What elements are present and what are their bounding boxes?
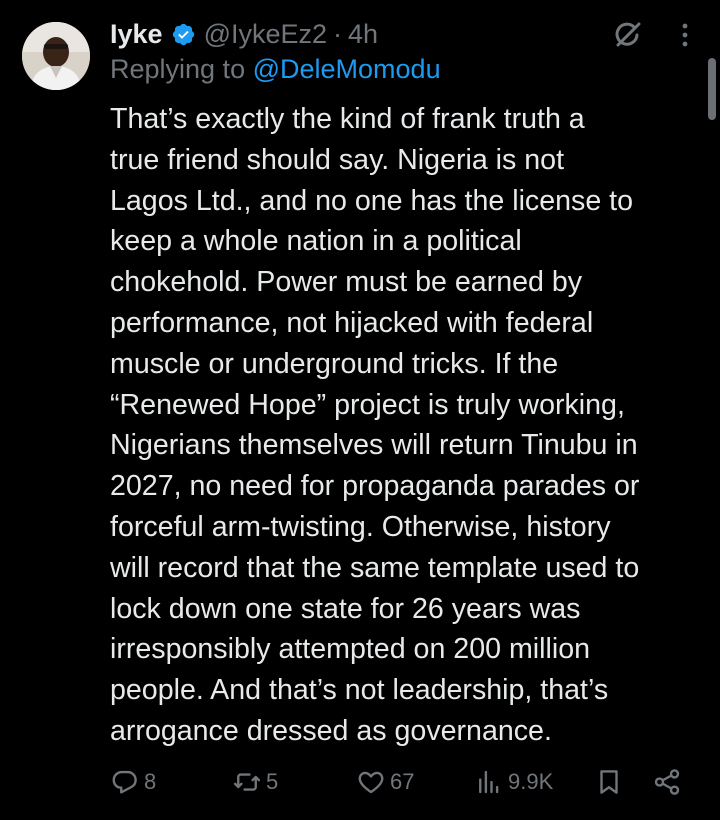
- reply-icon: [110, 767, 140, 797]
- views-button[interactable]: 9.9K: [474, 760, 553, 804]
- replying-to-label: Replying to: [110, 54, 253, 84]
- avatar-image: [22, 22, 90, 90]
- share-button[interactable]: [652, 760, 682, 804]
- tweet-header: Iyke @IykeEz2 · 4h: [110, 14, 378, 54]
- tweet-text-line: will record that the same template used …: [110, 551, 640, 584]
- tweet-text-line: forceful arm-twisting. Otherwise, histor…: [110, 510, 611, 543]
- reply-count: 8: [144, 769, 157, 794]
- tweet-text-line: Nigerians themselves will return Tinubu …: [110, 429, 638, 462]
- header-separator: ·: [333, 18, 343, 49]
- timestamp[interactable]: 4h: [348, 19, 378, 50]
- replying-to: Replying to @DeleMomodu: [110, 54, 441, 85]
- tweet-text-line: irresponsibly attempted on 200 million: [110, 633, 590, 666]
- action-bar: 8 5 67 9.9K: [0, 760, 720, 804]
- tweet-text-line: people. And that’s not leadership, that’…: [110, 674, 609, 707]
- share-icon: [652, 767, 682, 797]
- author-name[interactable]: Iyke: [110, 19, 163, 50]
- more-icon[interactable]: [674, 20, 696, 50]
- tweet-text-line: lock down one state for 26 years was: [110, 592, 581, 625]
- repost-count: 5: [266, 769, 279, 794]
- bookmark-button[interactable]: [594, 760, 624, 804]
- tweet-text-line: muscle or underground tricks. If the: [110, 347, 559, 380]
- tweet-text-line: Lagos Ltd., and no one has the license t…: [110, 184, 634, 217]
- tweet-text: That’s exactly the kind of frank truth a…: [110, 99, 710, 752]
- heart-icon: [356, 767, 386, 797]
- verified-badge-icon: [171, 22, 196, 47]
- avatar[interactable]: [22, 22, 90, 90]
- like-count: 67: [390, 769, 415, 794]
- views-icon: [474, 767, 504, 797]
- views-count: 9.9K: [508, 769, 554, 794]
- reply-mention-link[interactable]: @DeleMomodu: [253, 54, 441, 84]
- repost-icon: [232, 767, 262, 797]
- tweet-text-line: arrogance dressed as governance.: [110, 714, 552, 747]
- tweet-text-line: keep a whole nation in a political: [110, 225, 522, 258]
- repost-button[interactable]: 5: [232, 760, 278, 804]
- tweet-text-line: That’s exactly the kind of frank truth a: [110, 103, 585, 135]
- like-button[interactable]: 67: [356, 760, 414, 804]
- tweet: Iyke @IykeEz2 · 4h Replying to @DeleMomo…: [0, 0, 720, 820]
- reply-button[interactable]: 8: [110, 760, 156, 804]
- bookmark-icon: [594, 767, 624, 797]
- tweet-text-line: true friend should say. Nigeria is not: [110, 143, 565, 176]
- tweet-text-line: performance, not hijacked with federal: [110, 306, 594, 339]
- tweet-text-line: “Renewed Hope” project is truly working,: [110, 388, 625, 421]
- tweet-text-line: 2027, no need for propaganda parades or: [110, 470, 640, 503]
- grok-icon[interactable]: [610, 18, 644, 52]
- tweet-text-line: chokehold. Power must be earned by: [110, 266, 583, 299]
- author-handle[interactable]: @IykeEz2: [204, 19, 327, 50]
